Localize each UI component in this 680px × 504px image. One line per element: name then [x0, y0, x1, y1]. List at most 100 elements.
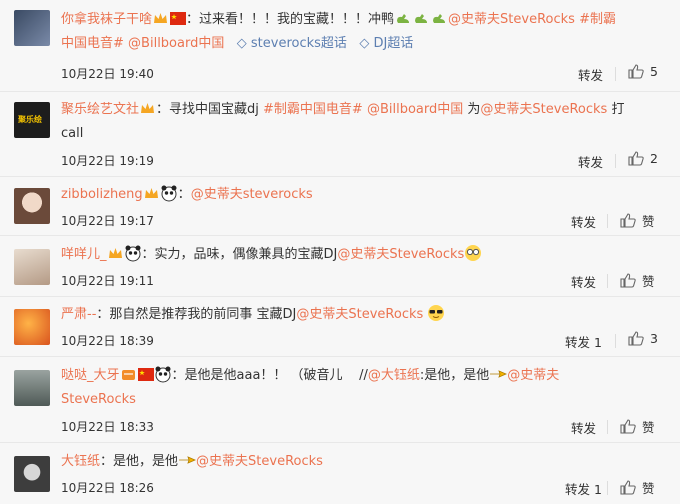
super-topic-link[interactable]: ◇ steverocks超话 — [237, 36, 347, 51]
comment-text: 哒哒_大牙 ：是他是他aaa！！ （破音儿 //@大钰纸:是他，是他 @史蒂夫 St… — [61, 364, 660, 412]
divider — [615, 334, 616, 348]
comment-item: zibbolizheng ：@史蒂夫steverocks 10月22日 19:17… — [0, 177, 680, 236]
mention-link[interactable]: @史蒂夫SteveRocks — [196, 454, 323, 469]
timestamp: 10月22日 19:17 — [61, 214, 154, 228]
timestamp: 10月22日 19:40 — [61, 67, 154, 81]
comment-item: 哒哒_大牙 ：是他是他aaa！！ （破音儿 //@大钰纸:是他，是他 @史蒂夫 St… — [0, 357, 680, 443]
china-flag-icon — [137, 366, 154, 381]
like-label: 赞 — [642, 481, 655, 496]
timestamp: 10月22日 18:39 — [61, 334, 154, 348]
like-count: 3 — [650, 331, 658, 346]
username[interactable]: 大钰纸 — [61, 454, 100, 469]
panda-emoji-icon — [124, 244, 142, 262]
repost-button[interactable]: 转发 — [578, 65, 603, 84]
panda-emoji-icon — [154, 365, 172, 383]
repost-button[interactable]: 转发 1 — [565, 479, 602, 498]
panda-emoji-icon — [160, 184, 178, 202]
divider — [615, 67, 616, 81]
timestamp: 10月22日 19:11 — [61, 274, 154, 288]
comment-item: 聚乐绘 聚乐绘艺文社 ：寻找中国宝藏dj #制霸中国电音# @Billboard中… — [0, 92, 680, 177]
like-button[interactable]: 2 — [628, 151, 658, 166]
repost-button[interactable]: 转发 — [571, 418, 596, 437]
vip-crown-icon — [108, 245, 123, 258]
duck-emoji-icon — [394, 9, 412, 27]
mention-link[interactable]: @史蒂夫 — [507, 368, 559, 383]
thumbs-up-icon — [620, 480, 636, 495]
comment-list: 你拿我袜子干啥 ：过来看！！！我的宝藏！！！冲鸭 @史蒂夫SteveRocks #制… — [0, 0, 680, 504]
like-button[interactable]: 赞 — [620, 271, 655, 290]
mention-link[interactable]: @大钰纸 — [368, 368, 420, 383]
comment-item: 你拿我袜子干啥 ：过来看！！！我的宝藏！！！冲鸭 @史蒂夫SteveRocks #制… — [0, 0, 680, 92]
duck-emoji-icon — [412, 9, 430, 27]
avatar[interactable] — [14, 188, 50, 224]
avatar[interactable] — [14, 456, 50, 492]
username[interactable]: 聚乐绘艺文社 — [61, 102, 139, 117]
avatar[interactable] — [14, 370, 50, 406]
pointing-hand-icon — [178, 451, 197, 469]
timestamp: 10月22日 18:26 — [61, 481, 154, 495]
like-button[interactable]: 赞 — [620, 478, 655, 497]
username[interactable]: 严肃-- — [61, 307, 96, 322]
comment-text: 大钰纸：是他，是他 @史蒂夫SteveRocks — [61, 450, 660, 474]
medal-icon — [121, 366, 136, 380]
vip-crown-icon — [140, 100, 155, 113]
topic-tag[interactable]: #制霸中国电音# — [263, 102, 363, 117]
comment-item: 严肃--：那自然是推荐我的前同事 宝藏DJ@史蒂夫SteveRocks 10月2… — [0, 297, 680, 357]
avatar[interactable]: 聚乐绘 — [14, 102, 50, 138]
pointing-hand-icon — [489, 365, 508, 383]
mention-link[interactable]: @史蒂夫steverocks — [191, 187, 313, 202]
china-flag-icon — [170, 10, 187, 25]
topic-tag-continued[interactable]: 中国电音# — [61, 36, 124, 51]
like-label: 赞 — [642, 214, 655, 229]
avatar[interactable] — [14, 10, 50, 46]
avatar[interactable] — [14, 249, 50, 285]
thumbs-up-icon — [628, 331, 644, 346]
username[interactable]: zibbolizheng — [61, 187, 143, 202]
thumbs-up-icon — [620, 273, 636, 288]
comment-text: 严肃--：那自然是推荐我的前同事 宝藏DJ@史蒂夫SteveRocks — [61, 303, 660, 327]
repost-button[interactable]: 转发 — [578, 152, 603, 171]
like-button[interactable]: 赞 — [620, 417, 655, 436]
divider — [607, 420, 608, 434]
divider — [607, 481, 608, 495]
duck-emoji-icon — [430, 9, 448, 27]
like-label: 赞 — [642, 420, 655, 435]
like-button[interactable]: 3 — [628, 331, 658, 346]
repost-button[interactable]: 转发 — [571, 272, 596, 291]
diamond-icon: ◇ — [359, 36, 370, 51]
diamond-icon: ◇ — [236, 36, 247, 51]
like-label: 赞 — [642, 274, 655, 289]
mention-link[interactable]: @Billboard中国 — [367, 102, 463, 117]
repost-button[interactable]: 转发 1 — [565, 332, 602, 351]
like-button[interactable]: 赞 — [620, 211, 655, 230]
comment-text: 聚乐绘艺文社 ：寻找中国宝藏dj #制霸中国电音# @Billboard中国 为@… — [61, 100, 625, 141]
timestamp: 10月22日 19:19 — [61, 154, 154, 168]
divider — [607, 214, 608, 228]
avatar-logo: 聚乐绘 — [18, 115, 42, 124]
super-topic-link[interactable]: ◇ DJ超话 — [359, 36, 413, 51]
thumbs-up-icon — [620, 419, 636, 434]
divider — [607, 274, 608, 288]
mention-link[interactable]: @史蒂夫SteveRocks — [296, 307, 423, 322]
like-button[interactable]: 5 — [628, 64, 658, 79]
vip-crown-icon — [153, 10, 168, 23]
like-count: 2 — [650, 151, 658, 166]
mention-link[interactable]: @史蒂夫SteveRocks — [337, 247, 464, 262]
username[interactable]: 哒哒_大牙 — [61, 368, 120, 383]
comment-text: 咩咩儿_ ：实力，品味，偶像兼具的宝藏DJ@史蒂夫SteveRocks — [61, 243, 660, 267]
topic-tag[interactable]: #制霸 — [579, 12, 616, 27]
avatar[interactable] — [14, 309, 50, 345]
mention-link[interactable]: @史蒂夫SteveRocks — [480, 102, 607, 117]
timestamp: 10月22日 18:33 — [61, 420, 154, 434]
thumbs-up-icon — [628, 64, 644, 79]
username[interactable]: 你拿我袜子干啥 — [61, 12, 152, 27]
mention-link[interactable]: @Billboard中国 — [128, 36, 224, 51]
glasses-emoji-icon — [464, 244, 482, 262]
mention-link[interactable]: @史蒂夫SteveRocks — [448, 12, 575, 27]
comment-item: 大钰纸：是他，是他 @史蒂夫SteveRocks 10月22日 18:26 转发 … — [0, 443, 680, 504]
username[interactable]: 咩咩儿_ — [61, 247, 107, 262]
like-count: 5 — [650, 64, 658, 79]
mention-link-continued[interactable]: SteveRocks — [61, 392, 136, 407]
repost-button[interactable]: 转发 — [571, 212, 596, 231]
sunglasses-emoji-icon — [427, 304, 445, 322]
